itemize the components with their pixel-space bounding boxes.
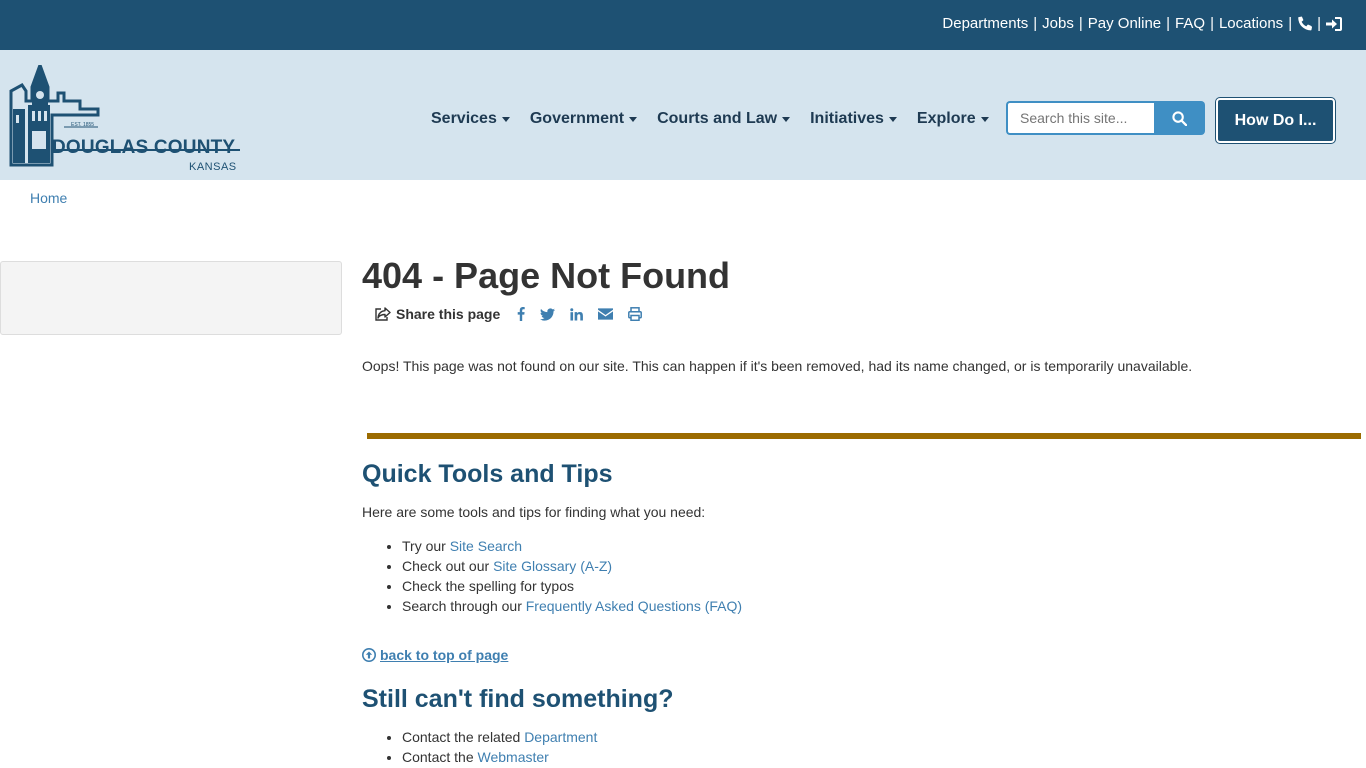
nav-label: Initiatives bbox=[810, 110, 884, 127]
site-header: EST. 1855 DOUGLAS COUNTY KANSAS Services… bbox=[0, 50, 1366, 180]
quick-tools-intro: Here are some tools and tips for finding… bbox=[362, 504, 706, 520]
tip-text: Search through our bbox=[402, 598, 526, 614]
logo-name: DOUGLAS COUNTY bbox=[52, 137, 236, 158]
phone-icon[interactable] bbox=[1297, 16, 1313, 31]
page-title: 404 - Page Not Found bbox=[362, 255, 731, 296]
separator: | bbox=[1166, 15, 1171, 32]
share-label: Share this page bbox=[396, 306, 501, 322]
list-item: Check out our Site Glossary (A-Z) bbox=[402, 556, 742, 576]
separator: | bbox=[1210, 15, 1214, 32]
search-button[interactable] bbox=[1154, 101, 1205, 135]
tips-list: Try our Site Search Check out our Site G… bbox=[402, 536, 742, 616]
faq-link[interactable]: Frequently Asked Questions (FAQ) bbox=[526, 598, 742, 614]
list-item: Search through our Frequently Asked Ques… bbox=[402, 596, 742, 616]
utility-links: Departments | Jobs | Pay Online | FAQ | … bbox=[942, 15, 1342, 32]
arrow-up-circle-icon bbox=[362, 648, 376, 662]
how-do-i-button[interactable]: How Do I... bbox=[1216, 98, 1335, 143]
sign-in-icon[interactable] bbox=[1326, 16, 1342, 31]
caret-down-icon bbox=[782, 116, 791, 122]
nav-explore[interactable]: Explore bbox=[917, 110, 989, 128]
tip-text: Check out our bbox=[402, 558, 494, 574]
separator: | bbox=[1288, 15, 1293, 32]
douglas-county-logo[interactable]: EST. 1855 DOUGLAS COUNTY KANSAS bbox=[8, 60, 244, 173]
nav-label: Courts and Law bbox=[657, 110, 778, 127]
main-content: 404 - Page Not Found Share this page Oop… bbox=[362, 254, 1362, 765]
nav-courts-and-law[interactable]: Courts and Law bbox=[657, 110, 791, 128]
separator: | bbox=[1317, 15, 1321, 32]
tip-text: Try our bbox=[402, 538, 450, 554]
site-search bbox=[1006, 101, 1205, 135]
tip-text: Check the spelling for typos bbox=[402, 578, 574, 594]
breadcrumb-home[interactable]: Home bbox=[30, 190, 67, 206]
list-item: Check the spelling for typos bbox=[402, 576, 742, 596]
contact-text: Contact the bbox=[402, 749, 478, 765]
share-icon bbox=[375, 307, 391, 321]
utility-link-faq[interactable]: FAQ bbox=[1175, 15, 1205, 32]
print-icon[interactable] bbox=[628, 307, 643, 321]
nav-label: Government bbox=[529, 110, 625, 127]
caret-down-icon bbox=[501, 116, 510, 122]
twitter-icon[interactable] bbox=[540, 307, 556, 321]
webmaster-link[interactable]: Webmaster bbox=[478, 749, 549, 765]
list-item: Try our Site Search bbox=[402, 536, 742, 556]
nav-services[interactable]: Services bbox=[431, 110, 510, 128]
linkedin-icon[interactable] bbox=[570, 307, 584, 321]
caret-down-icon bbox=[888, 116, 897, 122]
nav-initiatives[interactable]: Initiatives bbox=[810, 110, 897, 128]
sidebar-panel bbox=[0, 261, 342, 335]
separator: | bbox=[1078, 15, 1083, 32]
nav-government[interactable]: Government bbox=[529, 110, 638, 128]
section-divider bbox=[367, 433, 1361, 439]
site-glossary-link[interactable]: Site Glossary (A-Z) bbox=[493, 558, 612, 574]
top-utility-bar: Departments | Jobs | Pay Online | FAQ | … bbox=[0, 0, 1366, 50]
utility-link-locations[interactable]: Locations bbox=[1219, 15, 1283, 32]
site-search-link[interactable]: Site Search bbox=[450, 538, 522, 554]
share-bar: Share this page bbox=[375, 306, 657, 322]
caret-down-icon bbox=[980, 116, 989, 122]
caret-down-icon bbox=[629, 116, 638, 122]
utility-link-pay-online[interactable]: Pay Online bbox=[1088, 15, 1161, 32]
not-found-message: Oops! This page was not found on our sit… bbox=[362, 358, 1193, 374]
list-item: Contact the Webmaster bbox=[402, 747, 597, 767]
breadcrumb: Home bbox=[30, 190, 67, 206]
nav-label: Explore bbox=[916, 110, 976, 127]
search-input[interactable] bbox=[1006, 101, 1154, 135]
contact-text: Contact the related bbox=[402, 729, 525, 745]
contact-list: Contact the related Department Contact t… bbox=[402, 727, 597, 767]
back-to-top-link[interactable]: back to top of page bbox=[362, 647, 508, 663]
logo-state: KANSAS bbox=[189, 161, 237, 173]
utility-link-departments[interactable]: Departments bbox=[942, 15, 1028, 32]
main-navigation: Services Government Courts and Law Initi… bbox=[431, 110, 1009, 128]
facebook-icon[interactable] bbox=[517, 307, 525, 321]
separator: | bbox=[1033, 15, 1038, 32]
search-icon bbox=[1172, 110, 1187, 126]
department-link[interactable]: Department bbox=[524, 729, 597, 745]
nav-label: Services bbox=[431, 110, 497, 127]
email-icon[interactable] bbox=[598, 308, 614, 320]
list-item: Contact the related Department bbox=[402, 727, 597, 747]
back-to-top-label: back to top of page bbox=[380, 647, 509, 663]
logo-established: EST. 1855 bbox=[71, 122, 95, 128]
quick-tools-heading: Quick Tools and Tips bbox=[362, 460, 613, 488]
still-cant-find-heading: Still can't find something? bbox=[362, 685, 674, 713]
utility-link-jobs[interactable]: Jobs bbox=[1042, 15, 1074, 32]
